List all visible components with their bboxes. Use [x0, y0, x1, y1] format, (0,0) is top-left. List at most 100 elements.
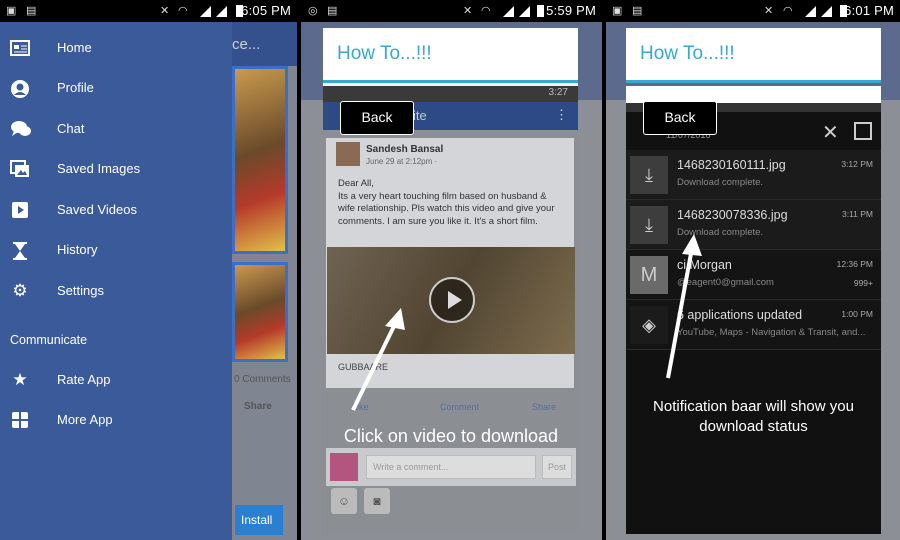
post-date: June 29 at 2:12pm ·: [366, 157, 438, 166]
feed-photo: [232, 66, 288, 254]
status-time: 5:59 PM: [546, 3, 596, 18]
battery-icon: [537, 5, 544, 17]
emoji-icon[interactable]: ☺: [331, 488, 357, 514]
status-bar: ▣ ▤ ✕ ◠ 6:01 PM: [606, 0, 900, 22]
download-icon: ⤓: [630, 156, 668, 194]
notification-caption-line1: Notification baar will show you: [653, 398, 854, 415]
status-bar: ▣ ▤ ✕ ◠ 6:05 PM: [0, 0, 297, 22]
behind-app-content: ce... 0 Comments Share: [232, 22, 297, 540]
arrow-pointer: [351, 308, 405, 411]
notification-subtitle: Download complete.: [677, 177, 764, 188]
notification-time: 3:12 PM: [841, 159, 873, 169]
drawer-item-label: Home: [57, 40, 92, 55]
wifi-icon: ◠: [783, 5, 793, 17]
notification-count: 999+: [853, 278, 873, 288]
gallery-icon: ▣: [612, 5, 623, 17]
how-to-title: How To...!!!: [640, 43, 735, 64]
inner-status-time: 3:27: [548, 87, 568, 98]
notification-time: 1:00 PM: [841, 309, 873, 319]
star-icon: ★: [12, 370, 28, 389]
settings-grid-icon[interactable]: [854, 122, 872, 140]
mute-icon: ✕: [463, 5, 473, 17]
how-to-header: How To...!!!: [323, 28, 578, 83]
drawer-item-more-app[interactable]: More App: [0, 400, 232, 440]
notification-title: 1468230078336.jpg: [677, 208, 788, 222]
drawer-item-history[interactable]: History: [0, 230, 232, 270]
drawer-item-label: Settings: [57, 283, 104, 298]
camera-icon[interactable]: ◙: [364, 488, 390, 514]
avatar: [330, 453, 358, 481]
install-button[interactable]: Install: [235, 505, 283, 535]
video-icon: [10, 201, 30, 219]
instruction-caption: Click on video to download: [343, 426, 559, 446]
drawer-item-label: History: [57, 242, 98, 257]
share-link[interactable]: Share: [244, 401, 272, 412]
notification-caption-line2: download status: [699, 418, 808, 435]
drawer-item-chat[interactable]: Chat: [0, 109, 232, 149]
avatar: [336, 142, 360, 166]
drawer-item-saved-images[interactable]: Saved Images: [0, 149, 232, 189]
status-time: 6:05 PM: [241, 3, 291, 18]
overflow-menu-icon: ⋮: [555, 107, 568, 122]
comments-count: 0 Comments: [234, 374, 291, 385]
drawer-item-label: Saved Videos: [57, 202, 137, 217]
signal-icon: [519, 6, 530, 17]
notification-item[interactable]: ⤓ 1468230160111.jpg Download complete. 3…: [626, 150, 881, 200]
signal-icon: [821, 6, 832, 17]
behind-app-bar: ce...: [232, 22, 297, 66]
drawer-item-label: Rate App: [57, 372, 111, 387]
drawer-section-communicate: Communicate: [10, 333, 88, 347]
play-icon[interactable]: [429, 277, 475, 323]
comment-input[interactable]: Write a comment...: [366, 455, 536, 479]
back-button[interactable]: Back: [340, 101, 414, 135]
how-to-title: How To...!!!: [337, 43, 432, 64]
how-to-header: How To...!!!: [626, 28, 881, 83]
comment-bar: Write a comment... Post: [326, 448, 576, 486]
drawer-item-label: Chat: [57, 121, 85, 136]
notification-time: 12:36 PM: [836, 259, 873, 269]
signal-icon: [503, 6, 514, 17]
post-comment-button[interactable]: Post: [542, 455, 572, 479]
signal-icon: [200, 6, 211, 17]
drawer-item-label: Saved Images: [57, 161, 141, 176]
wifi-icon: ◠: [178, 5, 188, 17]
hourglass-icon: [10, 241, 30, 260]
back-button[interactable]: Back: [643, 101, 717, 135]
chat-icon: [10, 120, 31, 138]
post-body: Dear All, Its a very heart touching film…: [338, 178, 555, 227]
behind-title: ce...: [232, 36, 261, 53]
briefcase-icon: ▤: [632, 5, 643, 17]
clear-icon[interactable]: ✕: [822, 120, 839, 145]
mute-icon: ✕: [764, 5, 774, 17]
drawer-item-label: More App: [57, 412, 113, 427]
images-icon: [10, 160, 30, 178]
notification-title: 1468230160111.jpg: [677, 158, 786, 172]
signal-icon: [805, 6, 816, 17]
panel-drawer-menu: ce... 0 Comments Share Install Home Prof…: [0, 0, 297, 540]
profile-icon: [10, 79, 30, 98]
briefcase-icon: ▤: [327, 5, 338, 17]
whatsapp-icon: ◎: [308, 5, 318, 17]
inner-nav-title: ite: [413, 108, 427, 123]
comment-button[interactable]: Comment: [440, 402, 479, 412]
gear-icon: ⚙: [12, 281, 28, 300]
briefcase-icon: ▤: [26, 5, 37, 17]
navigation-drawer: Home Profile Chat Saved Images Saved Vid…: [0, 22, 232, 540]
drawer-item-saved-videos[interactable]: Saved Videos: [0, 190, 232, 230]
drawer-item-profile[interactable]: Profile: [0, 68, 232, 108]
gallery-icon: ▣: [6, 5, 17, 17]
feed-photo: [232, 262, 288, 362]
grid-icon: [10, 411, 30, 429]
home-icon: [10, 39, 30, 57]
notification-time: 3:11 PM: [841, 209, 873, 219]
drawer-item-rate-app[interactable]: ★ Rate App: [0, 360, 232, 400]
status-bar: ◎ ▤ ✕ ◠ 5:59 PM: [301, 0, 602, 22]
mute-icon: ✕: [160, 5, 170, 17]
share-button[interactable]: Share: [532, 402, 556, 412]
post-author: Sandesh Bansal: [366, 144, 444, 155]
drawer-item-home[interactable]: Home: [0, 28, 232, 68]
wifi-icon: ◠: [481, 5, 491, 17]
drawer-item-settings[interactable]: ⚙ Settings: [0, 271, 232, 311]
arrow-pointer: [666, 234, 702, 379]
signal-icon: [216, 6, 227, 17]
